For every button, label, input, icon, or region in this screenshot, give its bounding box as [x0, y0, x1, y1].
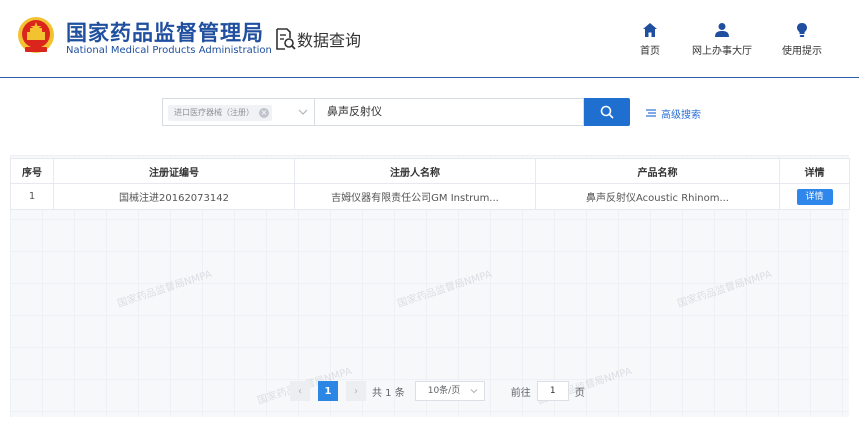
- page-number-current[interactable]: 1: [318, 381, 338, 401]
- total-count: 共 1 条: [372, 387, 405, 399]
- nav-usage-tips-label: 使用提示: [782, 46, 822, 57]
- user-icon: [715, 23, 729, 37]
- table-row: 1 国械注进20162073142 吉姆仪器有限责任公司GM Instrum..…: [10, 183, 850, 210]
- site-header: 国家药品监督管理局 National Medical Products Admi…: [0, 0, 859, 78]
- nav-online-hall[interactable]: 网上办事大厅: [692, 22, 752, 62]
- site-subtitle: National Medical Products Administration: [66, 45, 272, 56]
- table-header-row: 序号 注册证编号 注册人名称 产品名称 详情: [10, 158, 850, 184]
- watermark: 国家药品监督局NMPA: [396, 268, 494, 310]
- search-icon: [600, 105, 614, 119]
- category-select[interactable]: 进口医疗器械（注册） ×: [162, 98, 314, 126]
- chevron-down-icon: [470, 389, 478, 394]
- national-emblem-icon: [18, 17, 54, 53]
- tag-close-icon[interactable]: ×: [259, 108, 269, 118]
- site-title: 国家药品监督管理局: [66, 21, 264, 45]
- pagination: ‹ 1 › 共 1 条 10条/页 前往 1 页: [290, 381, 585, 401]
- category-tag: 进口医疗器械（注册） ×: [168, 105, 272, 121]
- page-size-select[interactable]: 10条/页: [414, 381, 485, 401]
- next-page-button[interactable]: ›: [346, 381, 366, 401]
- goto-label: 前往: [510, 387, 531, 399]
- column-header-cert-no: 注册证编号: [53, 158, 295, 184]
- column-header-registrant: 注册人名称: [294, 158, 536, 184]
- nav-online-hall-label: 网上办事大厅: [692, 46, 752, 57]
- watermark: 国家药品监督局NMPA: [116, 268, 214, 310]
- nav-home[interactable]: 首页: [640, 22, 660, 62]
- search-input[interactable]: 鼻声反射仪: [314, 98, 584, 126]
- filter-list-icon: [646, 109, 656, 117]
- cell-cert-no: 国械注进20162073142: [53, 183, 295, 210]
- home-icon: [643, 23, 657, 37]
- column-header-detail: 详情: [779, 158, 850, 184]
- chevron-down-icon: [298, 109, 308, 115]
- section-title: 数据查询: [297, 31, 362, 50]
- document-search-icon: [276, 28, 296, 50]
- cell-detail: 详情: [779, 183, 850, 210]
- lightbulb-icon: [797, 23, 807, 37]
- cell-registrant: 吉姆仪器有限责任公司GM Instrum...: [294, 183, 536, 210]
- results-table: 序号 注册证编号 注册人名称 产品名称 详情 1 国械注进20162073142…: [10, 158, 850, 210]
- goto-page-input[interactable]: 1: [536, 381, 569, 401]
- cell-product: 鼻声反射仪Acoustic Rhinom...: [535, 183, 780, 210]
- search-button[interactable]: [584, 98, 630, 126]
- data-query-section: 数据查询: [274, 26, 361, 52]
- nav-usage-tips[interactable]: 使用提示: [782, 22, 822, 62]
- page-unit-label: 页: [574, 387, 585, 399]
- watermark: 国家药品监督局NMPA: [676, 268, 774, 310]
- detail-button[interactable]: 详情: [796, 188, 833, 205]
- search-bar: 进口医疗器械（注册） × 鼻声反射仪: [162, 98, 630, 126]
- column-header-product: 产品名称: [535, 158, 780, 184]
- advanced-search-link[interactable]: 高级搜索: [646, 106, 701, 121]
- category-tag-label: 进口医疗器械（注册）: [174, 108, 254, 117]
- page-size-value: 10条/页: [427, 386, 461, 396]
- advanced-search-label: 高级搜索: [661, 109, 701, 121]
- cell-index: 1: [10, 183, 54, 210]
- prev-page-button[interactable]: ‹: [290, 381, 310, 401]
- nav-home-label: 首页: [640, 46, 660, 57]
- column-header-index: 序号: [10, 158, 54, 184]
